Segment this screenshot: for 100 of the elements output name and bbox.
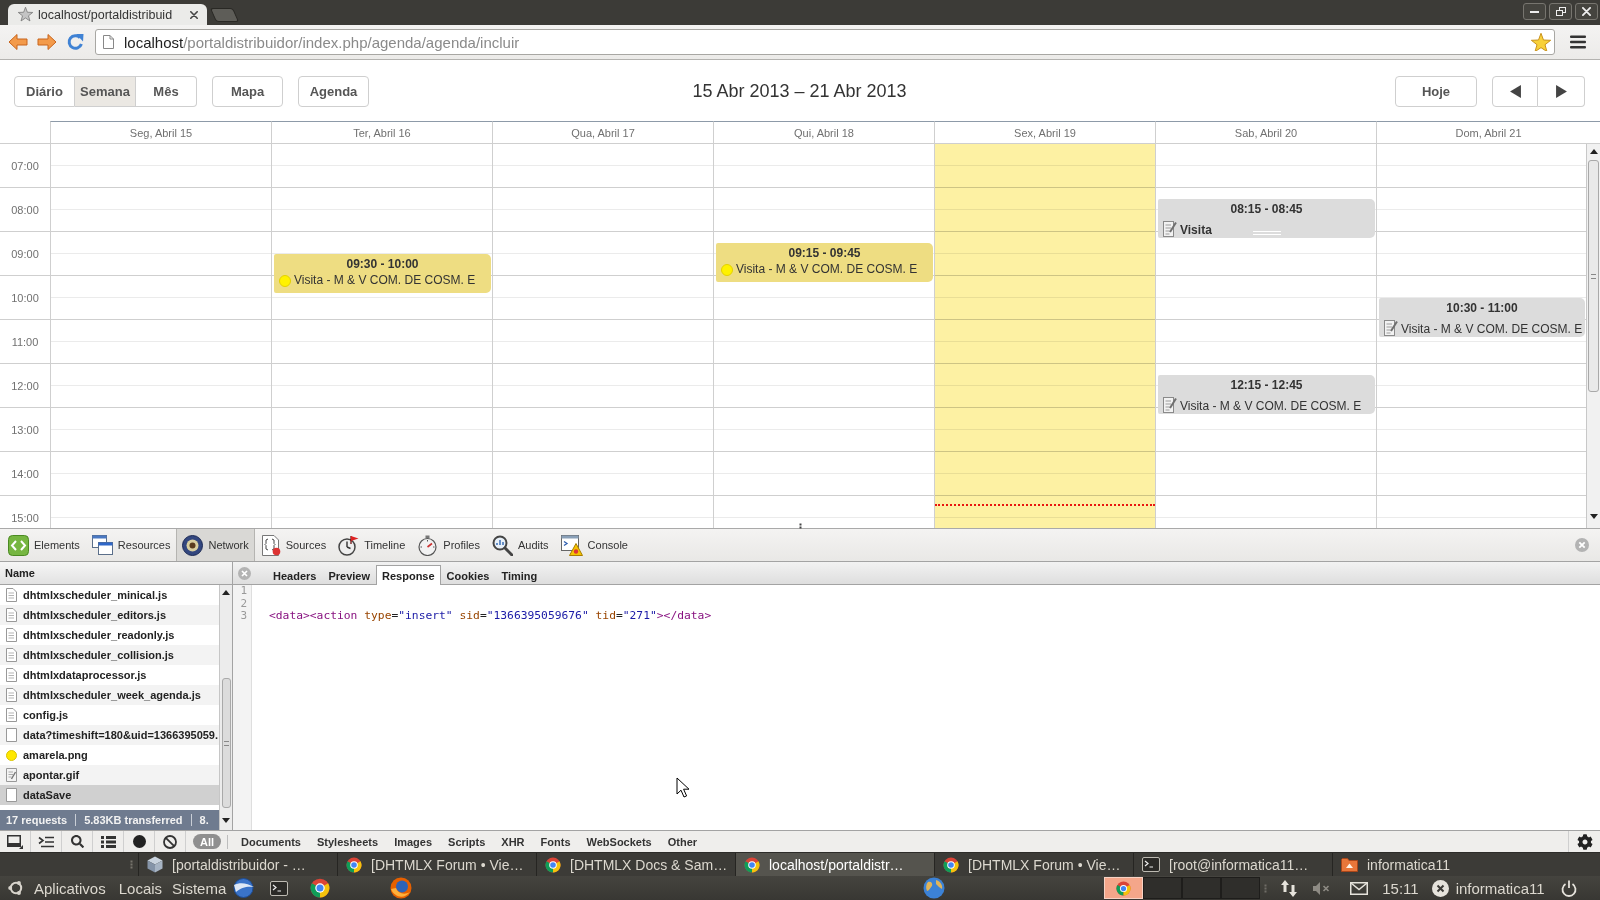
- search-icon[interactable]: [70, 835, 84, 848]
- triangle-up-icon[interactable]: [1589, 149, 1598, 154]
- restore-button[interactable]: [1549, 3, 1572, 20]
- circle-logo-icon[interactable]: [8, 880, 24, 896]
- transfer-arrows-icon[interactable]: [1281, 879, 1298, 897]
- muted-speaker-icon[interactable]: [1313, 881, 1332, 895]
- envelope-icon[interactable]: [1350, 881, 1369, 895]
- dock-icon[interactable]: [7, 834, 23, 849]
- request-row[interactable]: dhtmlxscheduler_week_agenda.js: [0, 685, 219, 705]
- hour-label: 10:00: [11, 292, 39, 304]
- globe-mail-icon[interactable]: [232, 878, 256, 898]
- user-name: informatica11: [1455, 879, 1545, 897]
- restore-icon: [1555, 7, 1566, 16]
- panel-menu[interactable]: Sistema: [172, 879, 227, 897]
- next-button[interactable]: [1538, 75, 1585, 107]
- request-row[interactable]: apontar.gif: [0, 765, 219, 785]
- scrollbar-thumb[interactable]: [1588, 160, 1599, 392]
- panel-tab[interactable]: Sources: [254, 529, 333, 561]
- scrollbar-thumb[interactable]: [221, 678, 231, 808]
- browser-icon[interactable]: [744, 856, 760, 873]
- filter-tab[interactable]: Scripts: [441, 834, 493, 849]
- calendar-event[interactable]: 12:15 - 12:45 Visita - M & V COM. DE COSM. E: [1158, 375, 1375, 414]
- globe-icon[interactable]: [390, 877, 413, 899]
- panel-tab[interactable]: Console: [554, 529, 634, 561]
- browser-icon[interactable]: [943, 856, 959, 873]
- forward-arrow-icon[interactable]: [37, 33, 57, 51]
- panel-tab[interactable]: Network: [176, 529, 255, 561]
- x-circle-icon[interactable]: [1431, 879, 1449, 897]
- calendar-event[interactable]: 09:15 - 09:45 Visita - M & V COM. DE COSM. E: [716, 243, 933, 282]
- filter-tab[interactable]: Stylesheets: [309, 834, 386, 849]
- clock: 15:11: [1382, 879, 1419, 897]
- back-arrow-icon[interactable]: [8, 33, 28, 51]
- close-icon[interactable]: [190, 10, 198, 19]
- day-header: Sex, Abril 19: [1014, 126, 1076, 139]
- calendar-event[interactable]: 08:15 - 08:45 Visita: [1158, 199, 1375, 238]
- power-icon[interactable]: [1560, 879, 1577, 897]
- detail-tab[interactable]: Timing: [495, 565, 544, 585]
- panel-tab[interactable]: Profiles: [411, 529, 486, 561]
- browser-icon[interactable]: [346, 856, 362, 873]
- request-row[interactable]: dhtmlxscheduler_collision.js: [0, 645, 219, 665]
- panel-tab[interactable]: Resources: [85, 529, 177, 561]
- triangle-down-icon[interactable]: [222, 818, 230, 823]
- grip-icon[interactable]: [799, 523, 802, 529]
- minimize-button[interactable]: [1523, 3, 1546, 20]
- view-tab[interactable]: Diário: [14, 75, 75, 107]
- hour-label: 14:00: [11, 468, 39, 480]
- triangle-up-icon[interactable]: [222, 590, 230, 595]
- filter-tab[interactable]: Images: [387, 834, 440, 849]
- calendar-event[interactable]: 09:30 - 10:00 Visita - M & V COM. DE COSM. E: [274, 254, 491, 293]
- taskbar-item[interactable]: localhost/portaldistr…: [735, 853, 934, 876]
- detail-tab[interactable]: Response: [376, 565, 441, 585]
- globe-icon[interactable]: [923, 877, 946, 899]
- panel-menu[interactable]: Locais: [118, 879, 163, 897]
- star-icon[interactable]: [1531, 32, 1551, 52]
- cube-icon: [147, 856, 163, 873]
- resize-handle[interactable]: [1252, 231, 1281, 235]
- prompt-icon[interactable]: [38, 835, 54, 848]
- menu-icon[interactable]: [1570, 35, 1586, 49]
- toolbar-button[interactable]: Agenda: [298, 75, 369, 107]
- terminal-icon[interactable]: [270, 880, 289, 896]
- reload-icon[interactable]: [66, 33, 84, 51]
- view-tab[interactable]: Semana: [75, 75, 136, 107]
- detail-tab[interactable]: Preview: [322, 565, 376, 585]
- panel-tab[interactable]: Audits: [486, 529, 555, 561]
- folder-icon: [1341, 857, 1358, 872]
- request-row[interactable]: dataSave: [0, 785, 219, 805]
- event-time: 09:15 - 09:45: [788, 246, 861, 260]
- panel-tab[interactable]: Timeline: [332, 529, 412, 561]
- filter-tab[interactable]: XHR: [494, 834, 532, 849]
- view-tab[interactable]: Mês: [136, 75, 197, 107]
- toolbar-button[interactable]: Mapa: [212, 75, 283, 107]
- panel-menu[interactable]: Aplicativos: [34, 879, 106, 897]
- close-button[interactable]: [1575, 3, 1598, 20]
- address-field[interactable]: localhost/portaldistribuidor/index.php/agenda/agenda/incluir: [95, 29, 1555, 55]
- request-row[interactable]: dhtmlxscheduler_editors.js: [0, 605, 219, 625]
- browser-tab[interactable]: localhost/portaldistribuid: [8, 4, 207, 25]
- panel-tab[interactable]: Elements: [2, 529, 86, 561]
- browser-icon[interactable]: [545, 856, 561, 873]
- detail-tab[interactable]: Headers: [267, 565, 323, 585]
- filter-tab[interactable]: Documents: [234, 834, 308, 849]
- filter-tab[interactable]: Fonts: [533, 834, 578, 849]
- windows-icon: [91, 535, 113, 555]
- settings-icon[interactable]: [1576, 833, 1593, 850]
- triangle-left-icon: [1509, 84, 1521, 98]
- filter-tab[interactable]: Other: [660, 834, 705, 849]
- note-icon: [1163, 396, 1177, 413]
- triangle-down-icon[interactable]: [1589, 514, 1598, 519]
- script-file-icon: [6, 688, 17, 702]
- detail-tab[interactable]: Cookies: [440, 565, 496, 585]
- browser-icon[interactable]: [310, 878, 331, 898]
- previous-button[interactable]: [1492, 75, 1538, 107]
- calendar-event[interactable]: 10:30 - 11:00 Visita - M & V COM. DE COSM. E: [1379, 298, 1585, 337]
- column-header[interactable]: Name: [0, 562, 232, 585]
- request-row[interactable]: data?timeshift=180&uid=1366395059.: [0, 725, 219, 745]
- filter-tab[interactable]: WebSockets: [579, 834, 659, 849]
- today-button[interactable]: Hoje: [1395, 75, 1477, 107]
- list-icon[interactable]: [100, 835, 116, 848]
- note-icon: [6, 768, 17, 782]
- record-icon[interactable]: [132, 835, 146, 848]
- clear-icon[interactable]: [163, 834, 177, 849]
